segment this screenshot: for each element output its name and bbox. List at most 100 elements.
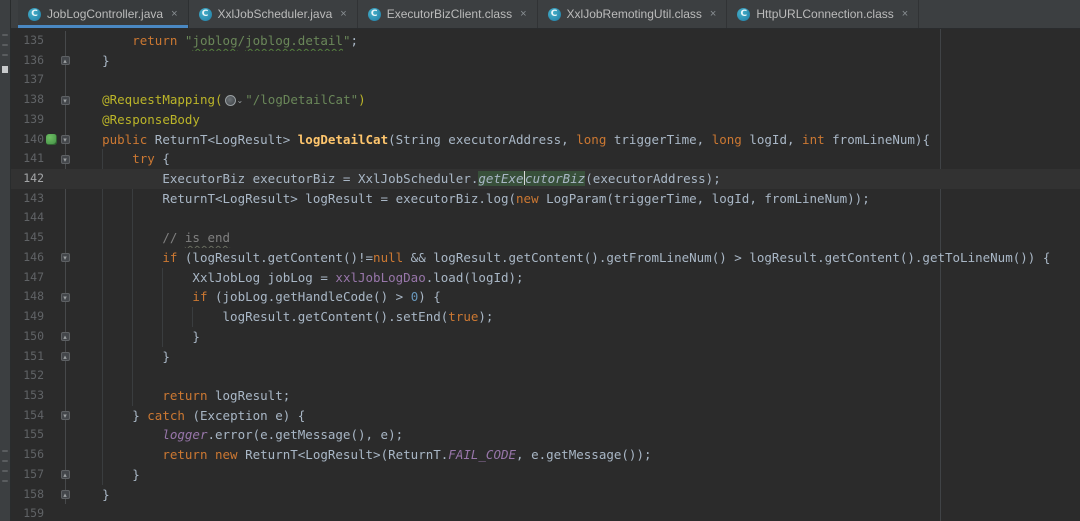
close-icon[interactable]: × <box>340 9 346 20</box>
code-line[interactable]: 140 ▾ public ReturnT<LogResult> logDetail… <box>10 130 1080 150</box>
stripe-mark <box>2 44 8 46</box>
code-line[interactable]: 144 <box>10 208 1080 228</box>
code-editor[interactable]: 135 return "joblog/joblog.detail";136▴ }… <box>10 28 1080 521</box>
line-number: 140 <box>10 130 44 150</box>
code-line[interactable]: 158▴ } <box>10 485 1080 505</box>
line-number: 151 <box>10 347 44 367</box>
editor-tab-joblogcontroller-java[interactable]: CJobLogController.java× <box>18 0 189 28</box>
gutter-icon-area <box>44 465 58 485</box>
code-line[interactable]: 156 return new ReturnT<LogResult>(Return… <box>10 445 1080 465</box>
code-line[interactable]: 155 logger.error(e.getMessage(), e); <box>10 425 1080 445</box>
code-text[interactable] <box>72 504 1080 521</box>
code-text[interactable]: return logResult; <box>72 386 1080 406</box>
code-line[interactable]: 145 // is end <box>10 228 1080 248</box>
code-line[interactable]: 135 return "joblog/joblog.detail"; <box>10 31 1080 51</box>
line-number: 145 <box>10 228 44 248</box>
code-line[interactable]: 141 ▾ try { <box>10 149 1080 169</box>
gutter-icon-area <box>44 445 58 465</box>
line-number: 159 <box>10 504 44 521</box>
fold-gutter: ▾ <box>58 90 72 110</box>
code-text[interactable]: } <box>72 485 1080 505</box>
spring-mapping-icon[interactable] <box>46 134 57 145</box>
code-line[interactable]: 136▴ } <box>10 51 1080 71</box>
code-text[interactable]: ReturnT<LogResult> logResult = executorB… <box>72 189 1080 209</box>
code-text[interactable]: public ReturnT<LogResult> logDetailCat(S… <box>72 130 1080 150</box>
code-line[interactable]: 157▴ } <box>10 465 1080 485</box>
code-text[interactable] <box>72 208 1080 228</box>
editor-tab-xxljobremotingutil-class[interactable]: CXxlJobRemotingUtil.class× <box>538 0 728 28</box>
gutter-icon-area <box>44 228 58 248</box>
fold-end-icon[interactable]: ▴ <box>61 490 70 499</box>
line-number: 147 <box>10 268 44 288</box>
code-text[interactable]: if (jobLog.getHandleCode() > 0) { <box>72 287 1080 307</box>
stripe-mark <box>2 34 8 36</box>
fold-gutter <box>58 31 72 51</box>
fold-gutter: ▾ <box>58 130 72 150</box>
code-text[interactable]: logResult.getContent().setEnd(true); <box>72 307 1080 327</box>
code-text[interactable]: return new ReturnT<LogResult>(ReturnT.FA… <box>72 445 1080 465</box>
code-text[interactable]: return "joblog/joblog.detail"; <box>72 31 1080 51</box>
close-icon[interactable]: × <box>171 9 177 20</box>
code-line[interactable]: 147 XxlJobLog jobLog = xxlJobLogDao.load… <box>10 268 1080 288</box>
close-icon[interactable]: × <box>710 9 716 20</box>
fold-end-icon[interactable]: ▴ <box>61 352 70 361</box>
editor-tab-httpurlconnection-class[interactable]: CHttpURLConnection.class× <box>727 0 919 28</box>
tool-window-button-icon[interactable] <box>2 66 8 73</box>
code-line[interactable]: 150▴ } <box>10 327 1080 347</box>
fold-gutter: ▴ <box>58 347 72 367</box>
line-number: 155 <box>10 425 44 445</box>
code-text[interactable]: } catch (Exception e) { <box>72 406 1080 426</box>
line-number: 149 <box>10 307 44 327</box>
code-line[interactable]: 142 ExecutorBiz executorBiz = XxlJobSche… <box>10 169 1080 189</box>
fold-collapse-icon[interactable]: ▾ <box>61 135 70 144</box>
close-icon[interactable]: × <box>520 9 526 20</box>
code-text[interactable]: } <box>72 465 1080 485</box>
editor-tab-xxljobscheduler-java[interactable]: CXxlJobScheduler.java× <box>189 0 358 28</box>
code-line[interactable]: 153 return logResult; <box>10 386 1080 406</box>
line-number: 141 <box>10 149 44 169</box>
code-text[interactable]: ExecutorBiz executorBiz = XxlJobSchedule… <box>72 169 1080 189</box>
code-text[interactable]: // is end <box>72 228 1080 248</box>
line-number: 153 <box>10 386 44 406</box>
annotation-value-inlay[interactable]: ⌄ <box>225 95 244 106</box>
code-text[interactable] <box>72 366 1080 386</box>
intention-bulb-icon[interactable] <box>78 172 89 186</box>
code-line[interactable]: 151 ▴ } <box>10 347 1080 367</box>
code-line[interactable]: 154▾ } catch (Exception e) { <box>10 406 1080 426</box>
code-line[interactable]: 152 <box>10 366 1080 386</box>
code-line[interactable]: 143 ReturnT<LogResult> logResult = execu… <box>10 189 1080 209</box>
code-line[interactable]: 138▾ @RequestMapping(⌄"/logDetailCat") <box>10 90 1080 110</box>
code-text[interactable] <box>72 70 1080 90</box>
fold-collapse-icon[interactable]: ▾ <box>61 293 70 302</box>
code-text[interactable]: @RequestMapping(⌄"/logDetailCat") <box>72 90 1080 110</box>
code-text[interactable]: } <box>72 327 1080 347</box>
code-line[interactable]: 137 <box>10 70 1080 90</box>
code-text[interactable]: try { <box>72 149 1080 169</box>
code-line[interactable]: 149 logResult.getContent().setEnd(true); <box>10 307 1080 327</box>
close-icon[interactable]: × <box>902 9 908 20</box>
fold-collapse-icon[interactable]: ▾ <box>61 411 70 420</box>
gutter-icon-area <box>44 248 58 268</box>
code-text[interactable]: } <box>72 347 1080 367</box>
fold-gutter: ▾ <box>58 287 72 307</box>
fold-end-icon[interactable]: ▴ <box>61 470 70 479</box>
code-text[interactable]: @ResponseBody <box>72 110 1080 130</box>
code-line[interactable]: 139 @ResponseBody <box>10 110 1080 130</box>
code-text[interactable]: logger.error(e.getMessage(), e); <box>72 425 1080 445</box>
fold-end-icon[interactable]: ▴ <box>61 56 70 65</box>
fold-collapse-icon[interactable]: ▾ <box>61 253 70 262</box>
editor-tab-executorbizclient-class[interactable]: CExecutorBizClient.class× <box>358 0 538 28</box>
fold-collapse-icon[interactable]: ▾ <box>61 155 70 164</box>
code-text[interactable]: } <box>72 51 1080 71</box>
java-class-icon: C <box>368 8 381 21</box>
tool-window-stripe[interactable] <box>0 0 11 521</box>
code-line[interactable]: 148▾ if (jobLog.getHandleCode() > 0) { <box>10 287 1080 307</box>
fold-gutter <box>58 228 72 248</box>
code-line[interactable]: 146▾ if (logResult.getContent()!=null &&… <box>10 248 1080 268</box>
code-text[interactable]: if (logResult.getContent()!=null && logR… <box>72 248 1080 268</box>
fold-end-icon[interactable]: ▴ <box>61 332 70 341</box>
gutter-icon-area <box>44 287 58 307</box>
fold-collapse-icon[interactable]: ▾ <box>61 96 70 105</box>
code-text[interactable]: XxlJobLog jobLog = xxlJobLogDao.load(log… <box>72 268 1080 288</box>
code-line[interactable]: 159 <box>10 504 1080 521</box>
